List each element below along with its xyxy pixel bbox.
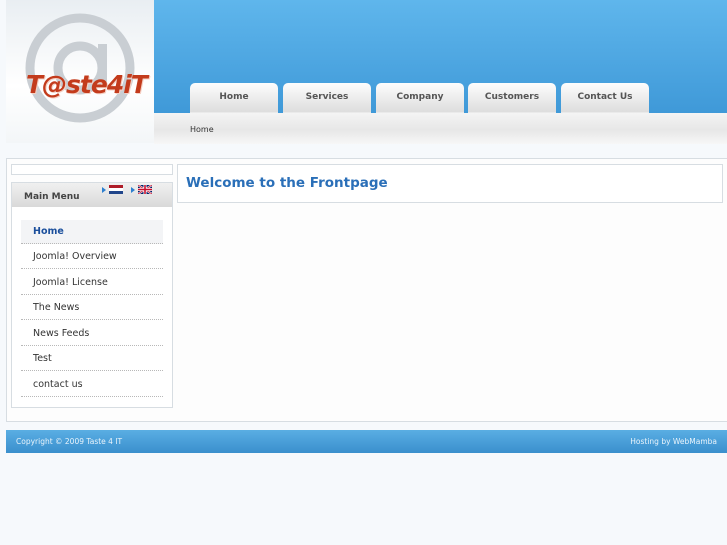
- sidebar-item-joomla-license[interactable]: Joomla! License: [21, 271, 163, 295]
- language-dutch[interactable]: [102, 185, 123, 194]
- content-header: Welcome to the Frontpage: [177, 164, 723, 203]
- uk-flag-icon: [138, 185, 152, 194]
- breadcrumb[interactable]: Home: [190, 125, 214, 134]
- sidebar-top-box: [11, 164, 173, 175]
- footer-copyright: Copyright © 2009 Taste 4 IT: [16, 437, 123, 446]
- sidebar-item-the-news[interactable]: The News: [21, 296, 163, 320]
- arrow-right-icon: [131, 186, 135, 193]
- language-english[interactable]: [131, 185, 152, 194]
- tab-company[interactable]: Company: [376, 83, 464, 113]
- page-title: Welcome to the Frontpage: [186, 175, 388, 191]
- sidebar-title: Main Menu: [24, 192, 80, 202]
- arrow-right-icon: [102, 186, 106, 193]
- tab-services[interactable]: Services: [283, 83, 371, 113]
- sidebar-main-menu: Main Menu Home Joomla! Overview Joomla! …: [11, 182, 173, 408]
- footer-hosting-link[interactable]: Hosting by WebMamba: [630, 437, 717, 446]
- logo[interactable]: T@ste4iT: [6, 0, 155, 143]
- footer: Copyright © 2009 Taste 4 IT Hosting by W…: [6, 430, 727, 453]
- tab-customers[interactable]: Customers: [468, 83, 556, 113]
- sidebar-item-joomla-overview[interactable]: Joomla! Overview: [21, 245, 163, 269]
- sidebar-item-news-feeds[interactable]: News Feeds: [21, 322, 163, 346]
- tab-contact-us[interactable]: Contact Us: [561, 83, 649, 113]
- dutch-flag-icon: [109, 185, 123, 194]
- sidebar-item-test[interactable]: Test: [21, 347, 163, 371]
- breadcrumb-bar: [154, 113, 727, 144]
- tab-home[interactable]: Home: [190, 83, 278, 113]
- logo-text: T@ste4iT: [26, 70, 148, 99]
- sidebar-item-contact-us[interactable]: contact us: [21, 373, 163, 397]
- sidebar-item-home[interactable]: Home: [21, 220, 163, 244]
- sidebar-header: Main Menu: [12, 183, 172, 207]
